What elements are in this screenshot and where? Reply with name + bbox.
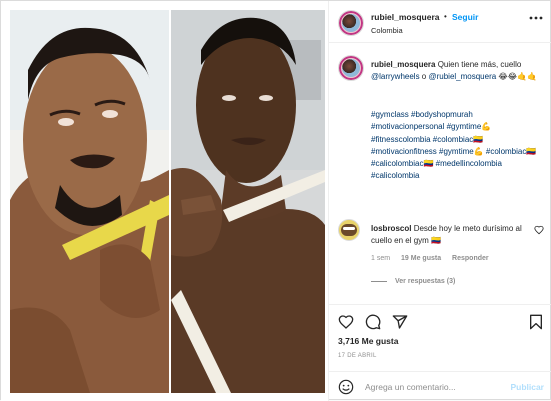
- share-icon[interactable]: [392, 314, 408, 330]
- avatar-detail: [343, 227, 355, 230]
- comment-like-heart-icon[interactable]: [534, 225, 544, 235]
- add-comment-bar: Publicar: [329, 371, 551, 401]
- comment-input[interactable]: [365, 379, 495, 395]
- follow-button[interactable]: Seguir: [452, 12, 478, 22]
- replies-divider: [371, 280, 387, 282]
- comment-text: losbroscol Desde hoy le meto durísimo al…: [371, 223, 531, 247]
- instagram-post: rubiel_mosquera • Seguir Colombia rubiel…: [0, 0, 551, 401]
- post-location[interactable]: Colombia: [371, 26, 403, 35]
- avatar-image: [342, 59, 360, 77]
- caption-avatar[interactable]: [338, 55, 364, 81]
- commenter-avatar[interactable]: [338, 219, 360, 241]
- photo-left: [10, 10, 169, 393]
- caption-body-1: Quien tiene más, cuello: [437, 60, 522, 69]
- caption-emojis: 😂😂🤙🤙: [496, 72, 538, 81]
- author-username[interactable]: rubiel_mosquera: [371, 12, 440, 22]
- publish-button[interactable]: Publicar: [510, 382, 544, 392]
- comment-likes[interactable]: 19 Me gusta: [401, 255, 441, 262]
- heart-icon[interactable]: [338, 314, 354, 330]
- avatar-image: [341, 224, 357, 236]
- mention-rubiel[interactable]: @rubiel_mosquera: [428, 72, 496, 81]
- view-replies-label: Ver respuestas (3): [395, 278, 456, 285]
- comment-time[interactable]: 1 sem: [371, 255, 390, 262]
- mention-larrywheels[interactable]: @larrywheels: [371, 72, 420, 81]
- emoji-icon[interactable]: [338, 379, 354, 395]
- comment-meta: 1 sem 19 Me gusta Responder: [371, 255, 498, 262]
- avatar-image: [342, 14, 360, 32]
- post-side-panel: rubiel_mosquera • Seguir Colombia rubiel…: [328, 1, 551, 401]
- action-bar: [329, 304, 551, 334]
- likes-count[interactable]: 3,716 Me gusta: [338, 336, 398, 346]
- post-date[interactable]: 17 DE ABRIL: [338, 353, 377, 359]
- caption-username[interactable]: rubiel_mosquera: [371, 60, 435, 69]
- commenter-username[interactable]: losbroscol: [371, 224, 411, 233]
- author-avatar[interactable]: [338, 10, 364, 36]
- view-replies-button[interactable]: Ver respuestas (3): [371, 278, 455, 285]
- caption-hashtags[interactable]: #gymclass #bodyshopmurah #motivacionpers…: [371, 109, 543, 183]
- caption-text: rubiel_mosquera Quien tiene más, cuello …: [371, 59, 546, 83]
- post-header: rubiel_mosquera • Seguir Colombia: [329, 1, 551, 43]
- photo-right: [171, 10, 325, 393]
- bookmark-icon[interactable]: [528, 314, 544, 330]
- reply-button[interactable]: Responder: [452, 255, 489, 262]
- comments-section[interactable]: rubiel_mosquera Quien tiene más, cuello …: [329, 43, 551, 304]
- more-horizontal-icon[interactable]: [528, 13, 544, 23]
- comment-icon[interactable]: [365, 314, 381, 330]
- separator-dot: •: [444, 12, 447, 21]
- post-media[interactable]: [1, 1, 328, 401]
